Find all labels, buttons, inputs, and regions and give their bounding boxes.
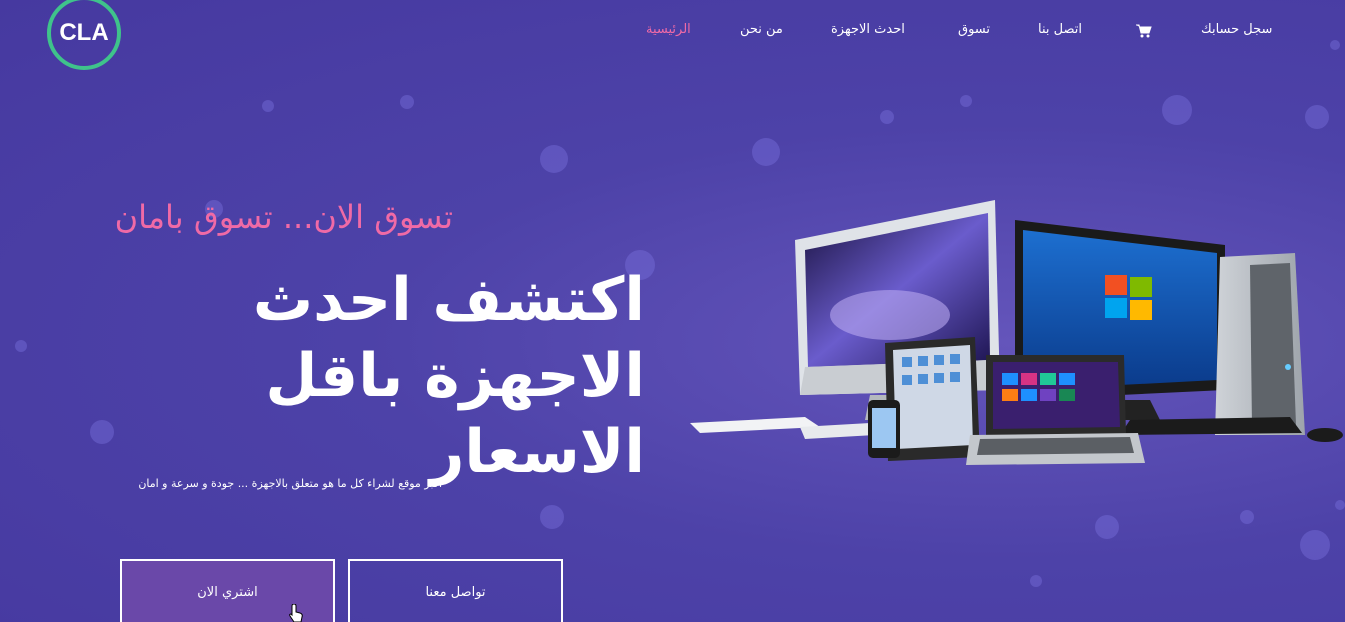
headline-line-2: الاجهزة باقل الاسعار — [265, 341, 645, 487]
nav-register[interactable]: سجل حسابك — [1201, 22, 1272, 37]
hero-subtext: اكبر موقع لشراء كل ما هو متعلق بالاجهزة … — [138, 477, 442, 490]
nav-home[interactable]: الرئيسية — [646, 22, 691, 37]
hand-cursor-icon — [289, 604, 303, 622]
black-keyboard-icon — [1120, 417, 1302, 435]
hero-tagline: تسوق الان... تسوق بامان — [114, 198, 453, 236]
contact-us-button[interactable]: تواصل معنا — [348, 559, 563, 622]
pc-tower-icon — [1215, 253, 1305, 435]
hero-headline: اكتشف احدث الاجهزة باقل الاسعار — [85, 262, 645, 490]
nav-shop[interactable]: تسوق — [958, 22, 990, 37]
mouse-icon — [1307, 428, 1343, 442]
laptop-icon — [966, 355, 1145, 465]
cart-icon[interactable] — [1136, 24, 1152, 38]
headline-line-1: اكتشف احدث — [252, 265, 645, 335]
nav-contact[interactable]: اتصل بنا — [1038, 22, 1082, 37]
keyboard-icon — [690, 417, 820, 433]
iphone-icon — [868, 400, 900, 458]
nav-latest-devices[interactable]: احدث الاجهزة — [831, 22, 905, 37]
nav-about[interactable]: من نحن — [740, 22, 783, 37]
devices-illustration — [690, 200, 1343, 465]
main-nav: سجل حسابك اتصل بنا تسوق احدث الاجهزة من … — [0, 22, 1345, 42]
contact-us-label: تواصل معنا — [425, 584, 486, 600]
buy-now-label: اشتري الان — [197, 584, 258, 600]
